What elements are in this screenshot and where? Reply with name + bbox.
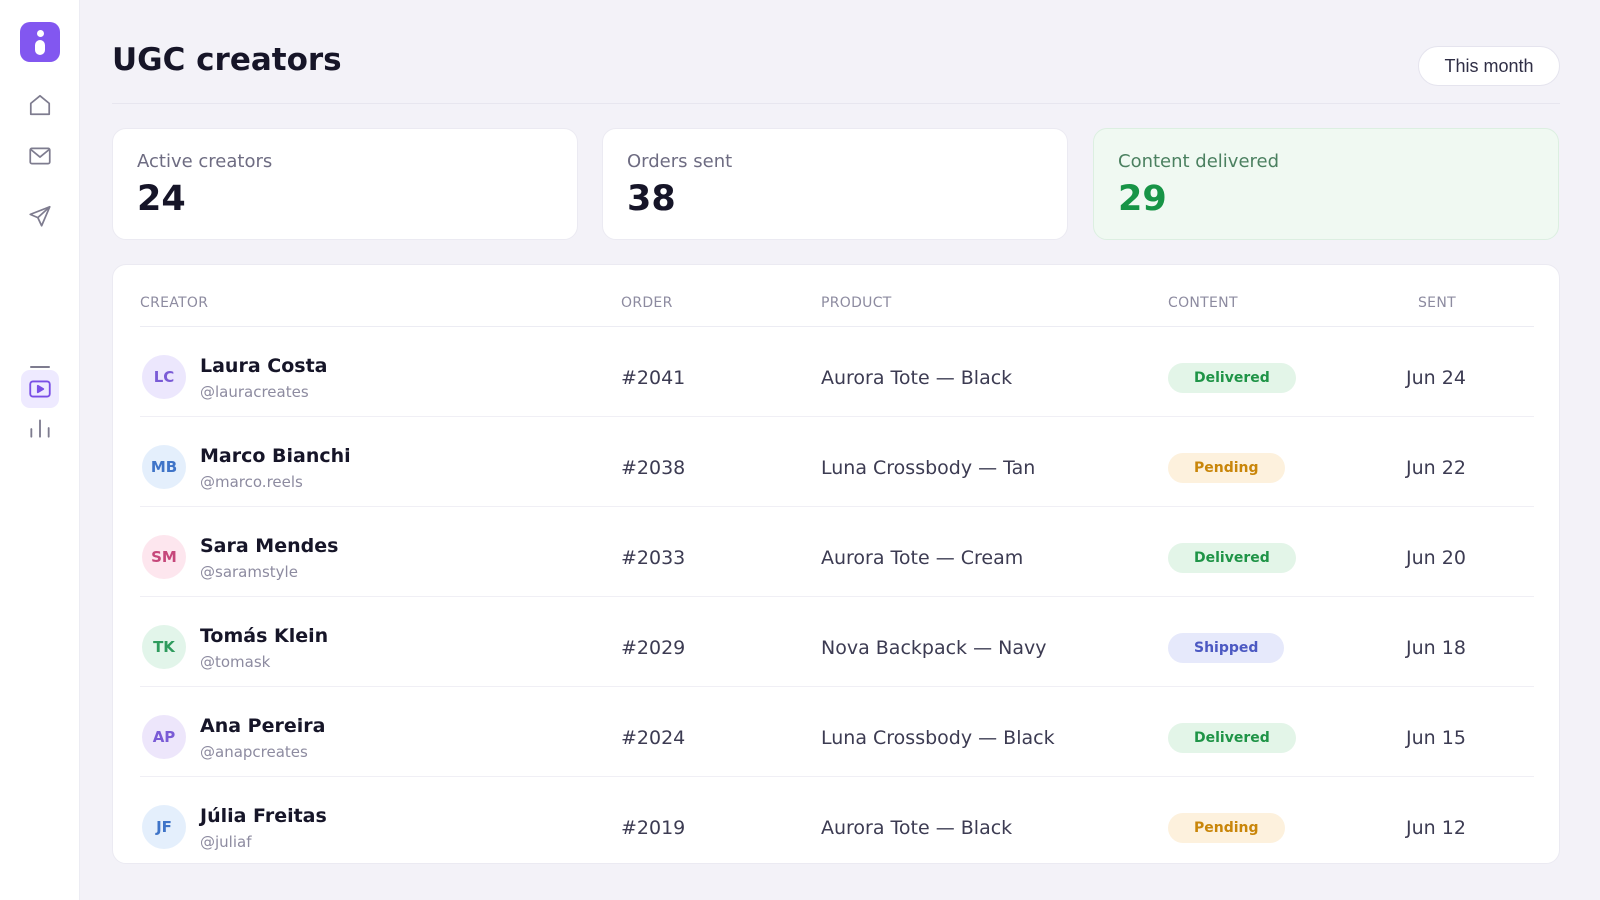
order-number[interactable]: #2038 [621, 457, 685, 479]
stat-label: Active creators [137, 151, 273, 172]
product-name: Aurora Tote — Black [821, 817, 1013, 839]
order-number[interactable]: #2019 [621, 817, 685, 839]
table-row[interactable]: SM Sara Mendes @saramstyle #2033 Aurora … [140, 507, 1534, 597]
sent-date: Jun 15 [1406, 727, 1466, 749]
stat-label: Content delivered [1118, 151, 1280, 172]
creator-handle: @saramstyle [200, 563, 298, 581]
order-number[interactable]: #2024 [621, 727, 685, 749]
stat-value: 38 [627, 179, 676, 219]
sidebar-item-analytics[interactable] [26, 414, 54, 442]
logo-dot [37, 30, 44, 37]
order-number[interactable]: #2041 [621, 367, 685, 389]
sent-date: Jun 20 [1406, 547, 1466, 569]
active-tab-marker [30, 366, 50, 368]
column-header-sent[interactable]: SENT [1418, 295, 1456, 311]
header-divider [112, 103, 1560, 104]
table-row[interactable]: JF Júlia Freitas @juliaf #2019 Aurora To… [140, 777, 1534, 863]
column-header-creator[interactable]: CREATOR [140, 295, 208, 311]
sent-date: Jun 12 [1406, 817, 1466, 839]
status-badge: Delivered [1168, 543, 1296, 573]
order-number[interactable]: #2033 [621, 547, 685, 569]
status-badge: Pending [1168, 813, 1285, 843]
column-header-order[interactable]: ORDER [621, 295, 673, 311]
status-badge: Shipped [1168, 633, 1285, 663]
creator-handle: @marco.reels [200, 473, 303, 491]
status-badge: Pending [1168, 453, 1285, 483]
creator-handle: @lauracreates [200, 383, 309, 401]
page-title: UGC creators [112, 42, 342, 78]
app-logo[interactable] [20, 22, 60, 62]
avatar: LC [142, 355, 186, 399]
creator-handle: @juliaf [200, 833, 252, 851]
creator-handle: @anapcreates [200, 743, 308, 761]
creator-name[interactable]: Tomás Klein [200, 625, 328, 647]
avatar: AP [142, 715, 186, 759]
order-number[interactable]: #2029 [621, 637, 685, 659]
stat-card-content-delivered: Content delivered 29 [1093, 128, 1559, 240]
sidebar-item-home[interactable] [26, 91, 54, 119]
logo-bar [35, 40, 45, 55]
avatar: MB [142, 445, 186, 489]
creator-handle: @tomask [200, 653, 271, 671]
creator-name[interactable]: Ana Pereira [200, 715, 325, 737]
video-icon [29, 380, 51, 398]
stat-label: Orders sent [627, 151, 733, 172]
product-name: Nova Backpack — Navy [821, 637, 1047, 659]
bar-chart-icon [30, 419, 50, 438]
column-header-content[interactable]: CONTENT [1168, 295, 1238, 311]
avatar: JF [142, 805, 186, 849]
creator-name[interactable]: Sara Mendes [200, 535, 338, 557]
send-icon [29, 205, 51, 227]
status-badge: Delivered [1168, 723, 1296, 753]
sent-date: Jun 18 [1406, 637, 1466, 659]
avatar: SM [142, 535, 186, 579]
sidebar-item-content-icon-wrap[interactable] [26, 375, 54, 403]
table-row[interactable]: TK Tomás Klein @tomask #2029 Nova Backpa… [140, 597, 1534, 687]
creator-name[interactable]: Laura Costa [200, 355, 327, 377]
creators-table: CREATOR ORDER PRODUCT CONTENT SENT LC La… [112, 264, 1560, 864]
sent-date: Jun 24 [1406, 367, 1466, 389]
sidebar-item-send[interactable] [26, 202, 54, 230]
product-name: Aurora Tote — Black [821, 367, 1013, 389]
sidebar-item-mail[interactable] [26, 142, 54, 170]
avatar: TK [142, 625, 186, 669]
home-icon [29, 94, 51, 116]
stat-card-active-creators: Active creators 24 [112, 128, 578, 240]
creator-name[interactable]: Júlia Freitas [200, 805, 327, 827]
creator-name[interactable]: Marco Bianchi [200, 445, 351, 467]
stat-value: 24 [137, 179, 186, 219]
period-filter-button[interactable]: This month [1418, 46, 1560, 86]
stat-value: 29 [1118, 179, 1167, 219]
table-row[interactable]: MB Marco Bianchi @marco.reels #2038 Luna… [140, 417, 1534, 507]
stat-card-orders-sent: Orders sent 38 [602, 128, 1068, 240]
status-badge: Delivered [1168, 363, 1296, 393]
product-name: Luna Crossbody — Black [821, 727, 1055, 749]
column-header-product[interactable]: PRODUCT [821, 295, 892, 311]
table-row[interactable]: LC Laura Costa @lauracreates #2041 Auror… [140, 327, 1534, 417]
sidebar [0, 0, 80, 900]
sent-date: Jun 22 [1406, 457, 1466, 479]
table-row[interactable]: AP Ana Pereira @anapcreates #2024 Luna C… [140, 687, 1534, 777]
product-name: Luna Crossbody — Tan [821, 457, 1036, 479]
product-name: Aurora Tote — Cream [821, 547, 1024, 569]
mail-icon [29, 147, 51, 165]
